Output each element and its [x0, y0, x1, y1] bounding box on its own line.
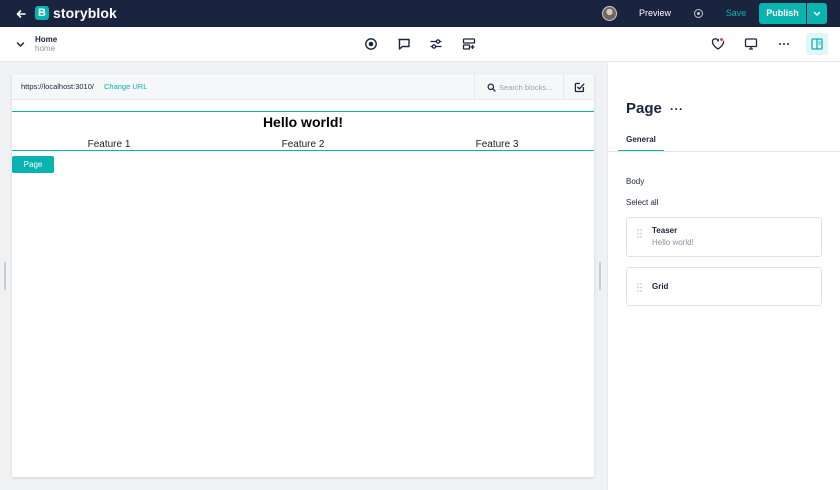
- feature-2[interactable]: Feature 2: [206, 139, 400, 150]
- preview-url: https://localhost:3010/: [21, 82, 94, 91]
- user-avatar[interactable]: [602, 6, 617, 21]
- panel-title: Page: [626, 100, 662, 117]
- storyblok-logo-icon: B: [35, 6, 49, 20]
- drag-handle-icon[interactable]: [637, 283, 642, 292]
- chevron-down-icon[interactable]: [16, 40, 25, 49]
- side-panel-icon: [811, 38, 823, 50]
- top-bar: B storyblok Preview Save Publish: [0, 0, 840, 27]
- search-blocks-input[interactable]: [499, 80, 561, 94]
- save-button[interactable]: Save: [722, 0, 750, 27]
- change-url-link[interactable]: Change URL: [104, 82, 147, 91]
- url-bar: https://localhost:3010/ Change URL: [12, 74, 594, 100]
- panel-more-button[interactable]: ···: [670, 102, 684, 116]
- preview-canvas: https://localhost:3010/ Change URL Hello…: [0, 62, 607, 490]
- resize-handle-left[interactable]: [4, 262, 6, 290]
- blok-item-teaser[interactable]: Teaser Hello world!: [626, 217, 822, 257]
- search-blocks[interactable]: [474, 74, 563, 100]
- more-icon[interactable]: [777, 37, 791, 51]
- page-block-tag[interactable]: Page: [12, 156, 54, 173]
- blok-item-grid[interactable]: Grid: [626, 267, 822, 306]
- settings-sliders-icon[interactable]: [429, 37, 443, 51]
- brand-name: storyblok: [53, 5, 117, 21]
- tab-general[interactable]: General: [618, 130, 664, 152]
- back-arrow-icon[interactable]: [14, 7, 28, 21]
- tabs-divider: [608, 151, 840, 152]
- select-all-link[interactable]: Select all: [626, 198, 658, 207]
- record-status-icon[interactable]: [694, 9, 703, 18]
- preview-button[interactable]: Preview: [630, 0, 680, 27]
- blok-subtitle: Hello world!: [652, 238, 694, 247]
- resize-handle-right[interactable]: [599, 262, 601, 290]
- comment-icon[interactable]: [397, 37, 411, 51]
- block-library-icon[interactable]: [462, 37, 476, 51]
- story-title[interactable]: Home: [35, 35, 57, 44]
- blok-name: Grid: [652, 282, 669, 291]
- feature-1[interactable]: Feature 1: [12, 139, 206, 150]
- publish-options-button[interactable]: [807, 3, 827, 24]
- drag-handle-icon[interactable]: [637, 229, 642, 238]
- preview-frame: https://localhost:3010/ Change URL Hello…: [12, 74, 594, 477]
- content-panel: Page ··· General Body Select all Teaser …: [607, 62, 840, 490]
- checkbox-edit-icon: [574, 82, 585, 93]
- select-blocks-button[interactable]: [563, 74, 594, 100]
- blok-name: Teaser: [652, 226, 678, 235]
- teaser-preview-block[interactable]: Hello world! Feature 1 Feature 2 Feature…: [12, 111, 594, 151]
- body-field-label: Body: [626, 177, 645, 186]
- desktop-view-icon[interactable]: [744, 37, 758, 51]
- notification-dot: [719, 37, 724, 42]
- publish-button[interactable]: Publish: [759, 3, 806, 24]
- story-slug: home: [35, 44, 56, 53]
- feature-3[interactable]: Feature 3: [400, 139, 594, 150]
- search-icon: [487, 83, 496, 92]
- chevron-down-icon: [813, 11, 821, 16]
- target-icon[interactable]: [364, 37, 378, 51]
- toggle-panel-button[interactable]: [806, 33, 828, 55]
- editor-toolbar: Home home: [0, 27, 840, 62]
- teaser-heading: Hello world!: [262, 114, 344, 130]
